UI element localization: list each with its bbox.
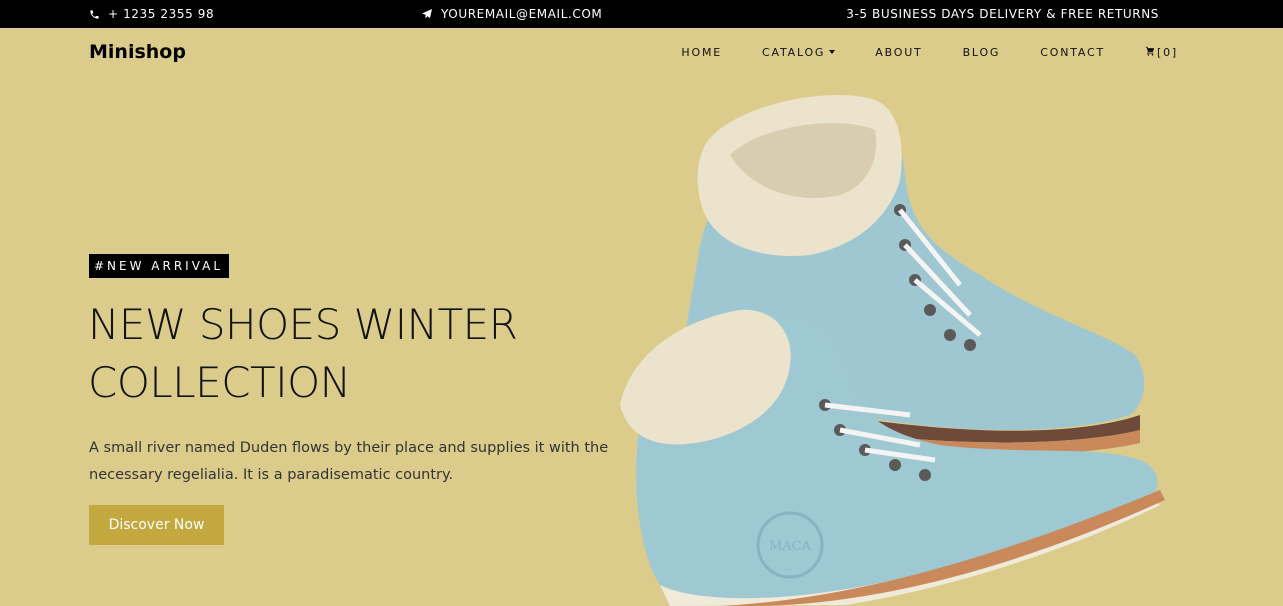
brand-logo[interactable]: Minishop	[89, 41, 186, 63]
phone-number: + 1235 2355 98	[108, 7, 215, 21]
nav-menu: HOME CATALOG ABOUT BLOG CONTACT [0]	[681, 46, 1178, 59]
hero-description: A small river named Duden flows by their…	[89, 440, 609, 483]
cart-count: [0]	[1157, 46, 1178, 59]
phone-icon	[89, 9, 100, 20]
new-arrival-badge: #NEW ARRIVAL	[89, 254, 230, 278]
boot-brand-stamp: MACA	[769, 539, 812, 554]
delivery-info: 3-5 BUSINESS DAYS DELIVERY & FREE RETURN…	[846, 7, 1159, 21]
nav-contact[interactable]: CONTACT	[1040, 46, 1105, 59]
nav-home[interactable]: HOME	[681, 46, 722, 59]
paper-plane-icon	[421, 8, 433, 20]
discover-now-button[interactable]: Discover Now	[89, 505, 224, 545]
nav-about[interactable]: ABOUT	[875, 46, 922, 59]
nav-home-label: HOME	[681, 46, 722, 59]
chevron-down-icon	[829, 49, 836, 54]
nav-catalog[interactable]: CATALOG	[762, 46, 836, 59]
main-navbar: Minishop HOME CATALOG ABOUT BLOG CONTACT…	[0, 28, 1283, 78]
nav-about-label: ABOUT	[875, 46, 923, 59]
winter-boots-image: MACA	[620, 95, 1165, 606]
nav-blog-label: BLOG	[962, 46, 1001, 59]
cart-icon	[1145, 46, 1155, 59]
top-info-bar: + 1235 2355 98 YOUREMAIL@EMAIL.COM 3-5 B…	[0, 0, 1283, 28]
email-address: YOUREMAIL@EMAIL.COM	[441, 7, 603, 21]
email-info: YOUREMAIL@EMAIL.COM	[421, 7, 602, 21]
nav-catalog-label: CATALOG	[762, 46, 826, 59]
hero-title: NEW SHOES WINTER COLLECTION	[88, 300, 518, 407]
nav-blog[interactable]: BLOG	[963, 46, 1001, 59]
phone-info: + 1235 2355 98	[89, 7, 214, 21]
nav-contact-label: CONTACT	[1040, 46, 1106, 59]
nav-cart[interactable]: [0]	[1145, 46, 1178, 59]
